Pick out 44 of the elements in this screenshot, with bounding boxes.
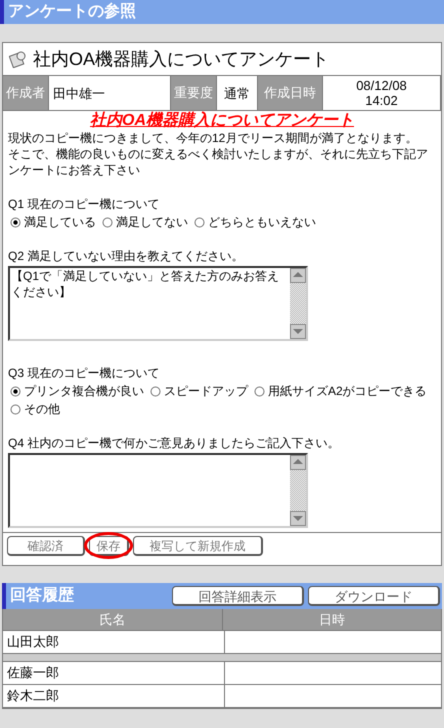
history-button[interactable]: ダウンロード	[308, 586, 440, 606]
history-title: 回答履歴	[10, 586, 75, 606]
radio-button-icon[interactable]	[254, 386, 265, 396]
info-label: 重要度	[171, 76, 217, 110]
info-label: 作成日時	[258, 76, 323, 110]
question-label: Q1 現在のコピー機について	[8, 196, 160, 212]
question-label: Q2 満足していない理由を教えてください。	[8, 248, 244, 264]
table-cell: 佐藤一郎	[3, 662, 224, 684]
table-cell: 鈴木二郎	[3, 685, 224, 707]
survey-description: そこで、機能の良いものに変えるべく検討いたしますが、それに先立ち下記アンケートにお答え下さい	[8, 146, 429, 178]
radio-button-icon[interactable]	[150, 386, 161, 396]
radio-option[interactable]: 満足している	[10, 214, 96, 230]
question-label: Q4 社内のコピー機で何かご意見ありましたらご記入下さい。	[8, 435, 340, 451]
radio-option[interactable]: どちらともいえない	[194, 214, 316, 230]
scroll-down-icon[interactable]	[290, 511, 306, 526]
scrollbar[interactable]	[290, 268, 306, 339]
question-label: Q3 現在のコピー機について	[8, 365, 160, 381]
scroll-down-icon[interactable]	[290, 324, 306, 339]
info-label: 作成者	[3, 76, 49, 110]
scroll-up-icon[interactable]	[290, 455, 306, 470]
radio-option[interactable]: その他	[10, 401, 60, 417]
radio-button-icon[interactable]	[10, 404, 21, 414]
radio-option[interactable]: 用紙サイズA2がコピーできる	[254, 383, 427, 399]
survey-title: 社内OA機器購入についてアンケート	[33, 48, 330, 70]
info-value: 08/12/08 14:02	[323, 76, 441, 110]
radio-button-icon[interactable]	[10, 386, 21, 396]
table-cell: 山田太郎	[3, 631, 224, 653]
radio-button-icon[interactable]	[10, 216, 21, 228]
survey-heading: 社内OA機器購入についてアンケート	[89, 112, 355, 130]
document-icon	[9, 50, 27, 68]
column-header: 日時	[318, 610, 346, 629]
page-title: アンケートの参照	[8, 1, 136, 22]
text-area-field[interactable]	[8, 453, 308, 528]
history-button[interactable]: 回答詳細表示	[172, 586, 304, 606]
survey-description: 現状のコピー機につきまして、今年の12月でリース期間が満了となります。	[8, 130, 418, 146]
radio-button-icon[interactable]	[102, 216, 113, 228]
scroll-up-icon[interactable]	[290, 268, 306, 283]
radio-option[interactable]: プリンタ複合機が良い	[10, 383, 144, 399]
text-area-field[interactable]: 【Q1で「満足していない」と答えた方のみお答えください】	[8, 266, 308, 341]
radio-option[interactable]: スピードアップ	[150, 383, 248, 399]
column-header: 氏名	[3, 609, 222, 630]
scrollbar[interactable]	[290, 455, 306, 526]
radio-option[interactable]: 満足してない	[102, 214, 188, 230]
radio-button-icon[interactable]	[194, 216, 205, 228]
